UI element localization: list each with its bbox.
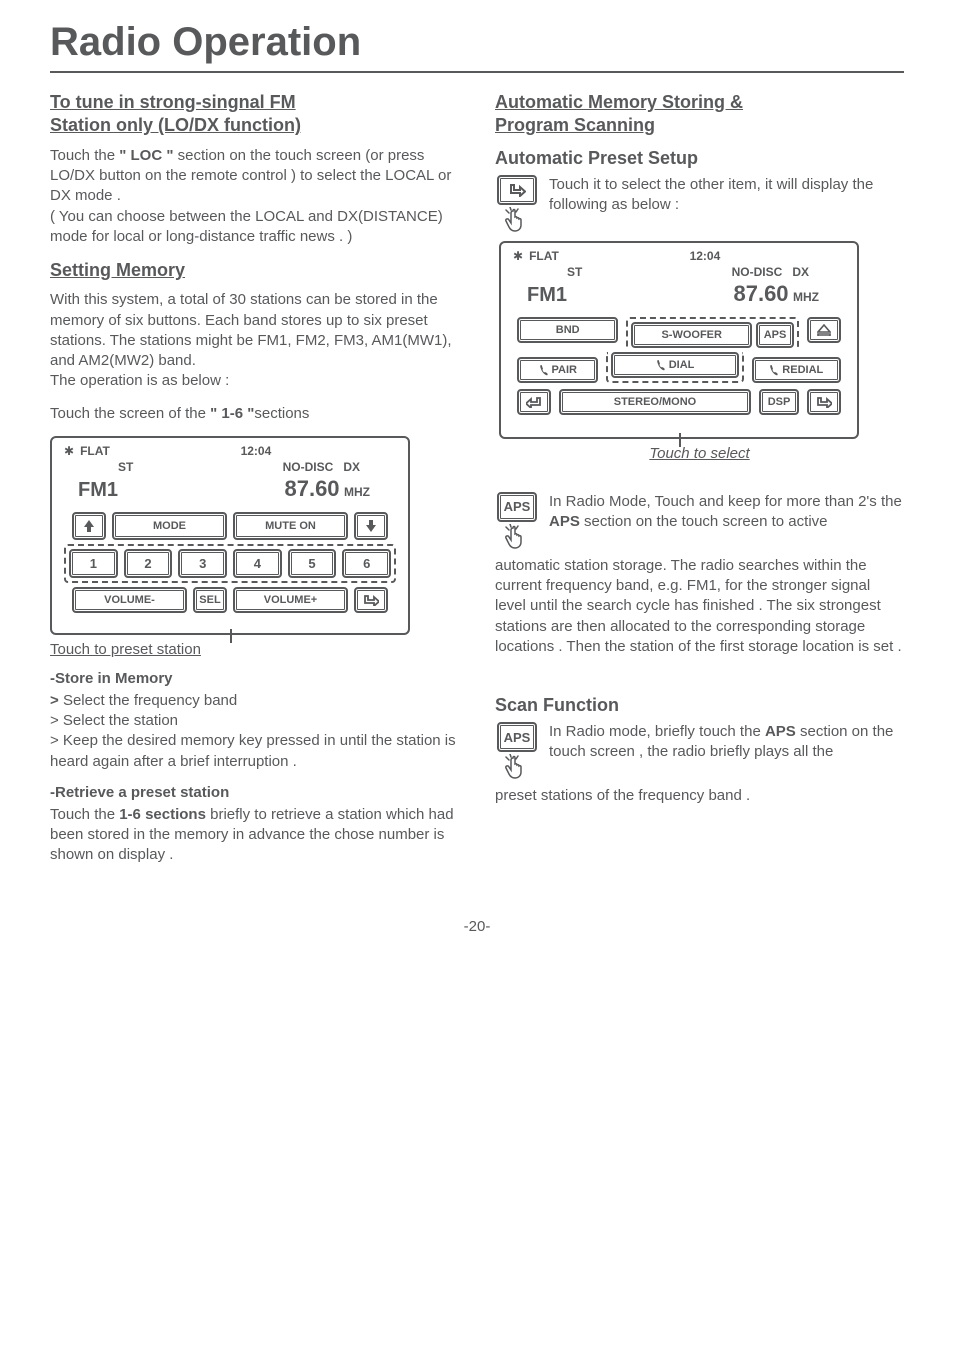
para-setting-memory: With this system, a total of 30 stations… xyxy=(50,290,459,391)
next-page-button[interactable] xyxy=(807,389,841,415)
para-touch-16: Touch the screen of the " 1-6 "sections xyxy=(50,404,459,424)
frequency-unit: MHZ xyxy=(344,485,370,499)
aps-button[interactable]: APS xyxy=(756,322,794,348)
store-heading: -Store in Memory xyxy=(50,670,459,687)
right-column: Automatic Memory Storing & Program Scann… xyxy=(495,91,904,878)
eject-button[interactable] xyxy=(807,317,841,343)
frequency-value: 87.60 xyxy=(733,281,788,306)
arrow-left-turn-icon xyxy=(526,396,542,408)
status-st: ST xyxy=(567,265,582,279)
touch-select-label: Touch to select xyxy=(495,445,904,462)
para-lodx: Touch the " LOC " section on the touch s… xyxy=(50,146,459,247)
volume-plus-button[interactable]: VOLUME+ xyxy=(233,587,348,613)
phone-icon xyxy=(539,364,549,376)
page-title: Radio Operation xyxy=(50,20,904,73)
status-time: 12:04 xyxy=(241,444,272,458)
arrow-right-turn-icon xyxy=(508,183,526,197)
touch-hand-icon xyxy=(503,754,531,780)
bluetooth-icon: ✱ xyxy=(64,444,74,458)
next-item-button[interactable] xyxy=(497,175,537,205)
touchscreen-preset: ✱ FLAT 12:04 ST NO-DISC DX FM1 87.60 MHZ… xyxy=(50,436,410,635)
status-flat: FLAT xyxy=(529,249,559,263)
status-time: 12:04 xyxy=(690,249,721,263)
status-st: ST xyxy=(118,460,133,474)
preset-3-button[interactable]: 3 xyxy=(178,549,227,578)
dsp-button[interactable]: DSP xyxy=(759,389,799,415)
status-nodisc: NO-DISC xyxy=(283,460,334,474)
phone-icon xyxy=(656,359,666,371)
store-steps: > Select the frequency band > Select the… xyxy=(50,691,459,772)
mute-on-button[interactable]: MUTE ON xyxy=(233,512,348,540)
heading-setting-memory: Setting Memory xyxy=(50,259,459,282)
dial-button[interactable]: DIAL xyxy=(611,352,738,378)
bluetooth-icon: ✱ xyxy=(513,249,523,263)
status-dx: DX xyxy=(792,265,809,279)
subheading-auto-preset: Automatic Preset Setup xyxy=(495,148,904,169)
retrieve-para: Touch the 1-6 sections briefly to retrie… xyxy=(50,805,459,866)
redial-button[interactable]: REDIAL xyxy=(752,357,841,383)
eject-icon xyxy=(817,324,831,336)
para-aps-keep: In Radio Mode, Touch and keep for more t… xyxy=(549,492,904,533)
status-dx: DX xyxy=(343,460,360,474)
band-label: FM1 xyxy=(527,284,567,307)
left-column: To tune in strong-singnal FM Station onl… xyxy=(50,91,459,878)
preset-6-button[interactable]: 6 xyxy=(342,549,391,578)
para-auto-storage: automatic station storage. The radio sea… xyxy=(495,556,904,657)
touch-preset-label: Touch to preset station xyxy=(50,641,459,658)
next-page-button[interactable] xyxy=(354,587,388,613)
frequency-unit: MHZ xyxy=(793,290,819,304)
band-label: FM1 xyxy=(78,479,118,502)
mode-button[interactable]: MODE xyxy=(112,512,227,540)
heading-auto-memory: Automatic Memory Storing & Program Scann… xyxy=(495,91,904,138)
volume-minus-button[interactable]: VOLUME- xyxy=(72,587,187,613)
stereo-mono-button[interactable]: STEREO/MONO xyxy=(559,389,751,415)
status-nodisc: NO-DISC xyxy=(732,265,783,279)
touchscreen-aps: ✱ FLAT 12:04 ST NO-DISC DX FM1 87.60 MHZ… xyxy=(499,241,859,439)
arrow-up-icon xyxy=(83,519,95,533)
heading-lodx: To tune in strong-singnal FM Station onl… xyxy=(50,91,459,138)
down-button[interactable] xyxy=(354,512,388,540)
pair-button[interactable]: PAIR xyxy=(517,357,598,383)
arrow-down-icon xyxy=(365,519,377,533)
aps-icon-button[interactable]: APS xyxy=(497,492,537,522)
preset-4-button[interactable]: 4 xyxy=(233,549,282,578)
para-scan: In Radio mode, briefly touch the APS sec… xyxy=(549,722,904,763)
back-button[interactable] xyxy=(517,389,551,415)
swoofer-button[interactable]: S-WOOFER xyxy=(631,322,752,348)
page-number: -20- xyxy=(50,918,904,935)
preset-5-button[interactable]: 5 xyxy=(288,549,337,578)
arrow-right-turn-icon xyxy=(816,396,832,408)
frequency-value: 87.60 xyxy=(284,476,339,501)
subheading-scan: Scan Function xyxy=(495,695,904,716)
touch-hand-icon xyxy=(503,207,531,233)
preset-2-button[interactable]: 2 xyxy=(124,549,173,578)
sel-button[interactable]: SEL xyxy=(193,587,227,613)
retrieve-heading: -Retrieve a preset station xyxy=(50,784,459,801)
para-touch-select: Touch it to select the other item, it wi… xyxy=(549,175,904,216)
touch-hand-icon xyxy=(503,524,531,550)
bnd-button[interactable]: BND xyxy=(517,317,618,343)
phone-icon xyxy=(769,364,779,376)
status-flat: FLAT xyxy=(80,444,110,458)
aps-icon-button[interactable]: APS xyxy=(497,722,537,752)
para-scan2: preset stations of the frequency band . xyxy=(495,786,904,806)
arrow-right-turn-icon xyxy=(363,594,379,606)
preset-1-button[interactable]: 1 xyxy=(69,549,118,578)
up-button[interactable] xyxy=(72,512,106,540)
